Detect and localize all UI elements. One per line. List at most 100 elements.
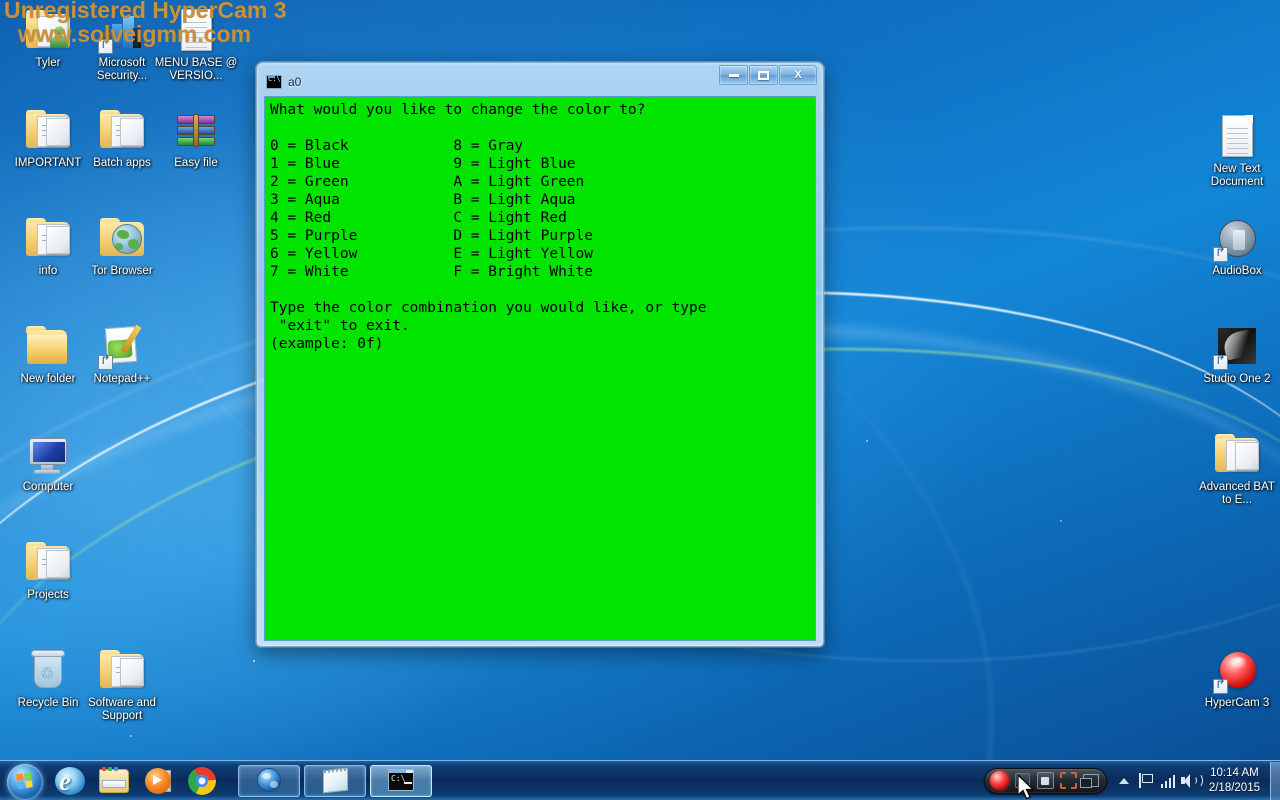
show-desktop-button[interactable] [1270, 761, 1280, 800]
internet-explorer-icon: e [55, 766, 85, 796]
console-output-text: What would you like to change the color … [270, 102, 707, 352]
record-button[interactable] [989, 771, 1010, 791]
desktop-icon-advanced-bat-to-exe[interactable]: Advanced BAT to E... [1195, 430, 1279, 507]
clock-date: 2/18/2015 [1208, 781, 1260, 794]
watermark-line-1: Unregistered HyperCam 3 [4, 0, 287, 23]
folder-open-icon [98, 646, 146, 694]
windows-media-player-icon [143, 767, 173, 795]
google-chrome-icon [187, 766, 217, 795]
desktop-icon-studio-one-2[interactable]: Studio One 2 [1195, 322, 1279, 386]
computer-icon [24, 430, 72, 478]
desktop-icon-label: New folder [20, 373, 76, 385]
desktop-icon-label: AudioBox [1212, 265, 1262, 277]
desktop-icon-label: HyperCam 3 [1204, 697, 1270, 709]
shortcut-overlay-icon [1213, 355, 1228, 370]
minimize-button[interactable] [719, 65, 748, 85]
show-hidden-icons-button[interactable] [1113, 768, 1135, 794]
audiobox-icon [1213, 214, 1261, 262]
hypercam-icon [1213, 646, 1261, 694]
folder-globe-icon [98, 214, 146, 262]
taskbar-window-command-prompt[interactable]: C:\ [370, 764, 432, 797]
window-title-bar[interactable]: a0 X [263, 65, 817, 95]
command-prompt-window[interactable]: a0 X What would you like to change the c… [256, 62, 824, 647]
desktop-icon-label: Microsoft Security... [96, 57, 148, 82]
desktop-icon-audiobox[interactable]: AudioBox [1195, 214, 1279, 278]
folder-open-icon [24, 538, 72, 586]
firefox-icon [255, 767, 283, 794]
shortcut-overlay-icon [1213, 247, 1228, 262]
desktop-icon-label: Easy file [174, 157, 218, 169]
winrar-archive-icon [172, 106, 220, 154]
desktop-icon-label: Studio One 2 [1203, 373, 1271, 385]
start-button[interactable] [2, 762, 48, 800]
desktop-icon-label: Recycle Bin [17, 697, 79, 709]
desktop-icon-label: Software and Support [88, 697, 156, 722]
taskbar-google-chrome[interactable] [180, 761, 224, 800]
notepad-plus-plus-icon [98, 322, 146, 370]
taskbar-window-notepad[interactable] [304, 764, 366, 797]
wallpaper-sparkle [866, 440, 868, 442]
desktop-icon-label: info [38, 265, 58, 277]
watermark-line-2: www.solveigmm.com [18, 21, 252, 47]
action-center-icon[interactable] [1135, 768, 1157, 794]
desktop-icon-info[interactable]: info [6, 214, 90, 278]
cmd-icon [266, 75, 282, 89]
desktop-icon-label: Advanced BAT to E... [1199, 481, 1275, 506]
shortcut-overlay-icon [1213, 679, 1228, 694]
taskbar-windows-explorer[interactable] [92, 761, 136, 800]
volume-icon[interactable] [1179, 768, 1203, 794]
window-title: a0 [288, 75, 302, 89]
hypercam-watermark: Unregistered HyperCam 3 www.solveigmm.co… [4, 0, 287, 46]
maximize-button[interactable] [749, 65, 778, 85]
desktop-icon-tor-browser[interactable]: Tor Browser [80, 214, 164, 278]
select-region-button[interactable] [1058, 771, 1079, 791]
desktop-icon-projects[interactable]: Projects [6, 538, 90, 602]
notepad-icon [321, 767, 349, 794]
windows-logo-icon [15, 772, 34, 791]
taskbar-internet-explorer[interactable]: e [48, 761, 92, 800]
desktop-icon-label: Computer [22, 481, 74, 493]
desktop-icon-important[interactable]: IMPORTANT [6, 106, 90, 170]
folder-open-icon [98, 106, 146, 154]
desktop-icon-hypercam-3[interactable]: HyperCam 3 [1195, 646, 1279, 710]
windows-explorer-icon [99, 766, 129, 795]
cmd-icon: C:\ [387, 768, 415, 794]
close-button[interactable]: X [779, 65, 817, 85]
clock-time: 10:14 AM [1210, 766, 1259, 779]
console-client-area[interactable]: What would you like to change the color … [264, 96, 816, 641]
folder-open-icon [1213, 430, 1261, 478]
desktop-icon-new-text-document[interactable]: New Text Document [1195, 112, 1279, 189]
shortcut-overlay-icon [98, 355, 113, 370]
desktop-icon-computer[interactable]: Computer [6, 430, 90, 494]
select-window-button[interactable] [1080, 771, 1102, 791]
desktop-icon-label: Notepad++ [93, 373, 151, 385]
folder-open-icon [24, 214, 72, 262]
desktop-icon-label: New Text Document [1210, 163, 1264, 188]
wallpaper-sparkle [253, 660, 255, 662]
folder-icon [24, 322, 72, 370]
desktop-icon-label: Projects [27, 589, 69, 601]
desktop-icon-new-folder[interactable]: New folder [6, 322, 90, 386]
wallpaper-sparkle [130, 735, 132, 737]
folder-open-icon [24, 106, 72, 154]
window-controls: X [719, 65, 817, 85]
desktop-icon-label: Tor Browser [91, 265, 153, 277]
taskbar-window-browser[interactable] [238, 764, 300, 797]
clock[interactable]: 10:14 AM 2/18/2015 [1201, 766, 1268, 796]
studio-one-icon [1213, 322, 1261, 370]
hypercam-recording-toolbar[interactable] [983, 767, 1107, 794]
desktop-icon-label: Tyler [35, 57, 61, 69]
desktop-icon-batch-apps[interactable]: Batch apps [80, 106, 164, 170]
mouse-cursor [1018, 775, 1035, 800]
wallpaper-sparkle [1060, 520, 1062, 522]
desktop-icon-recycle-bin[interactable]: ♲ Recycle Bin [6, 646, 90, 710]
desktop-icon-notepad-plus-plus[interactable]: Notepad++ [80, 322, 164, 386]
desktop-icon-label: MENU BASE @ VERSIO... [154, 57, 238, 82]
taskbar[interactable]: e C:\ 10:14 AM 2/18/2015 [0, 760, 1280, 800]
text-document-icon [1213, 112, 1261, 160]
network-icon[interactable] [1157, 768, 1179, 794]
desktop-icon-easy-file[interactable]: Easy file [154, 106, 238, 170]
taskbar-windows-media-player[interactable] [136, 761, 180, 800]
desktop-icon-software-and-support[interactable]: Software and Support [80, 646, 164, 723]
desktop-icon-label: Batch apps [93, 157, 151, 169]
